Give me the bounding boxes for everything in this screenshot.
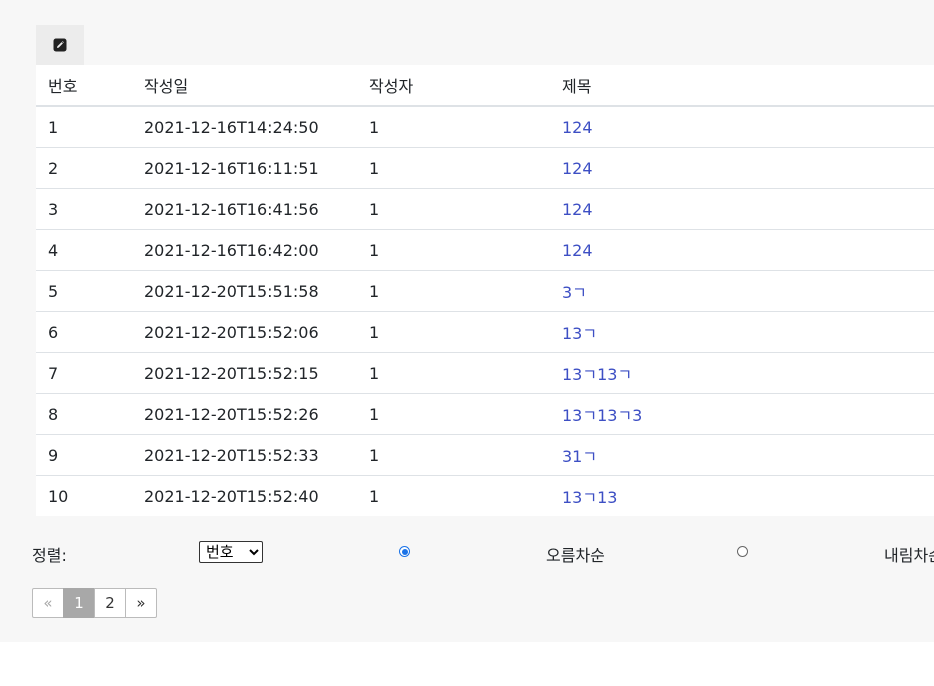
board-panel: 번호 작성일 작성자 제목 1 2021-12-16T14:24:50 1 12… — [0, 0, 934, 642]
cell-author: 1 — [357, 352, 550, 394]
cell-author: 1 — [357, 229, 550, 271]
post-title-link[interactable]: 13ㄱ13 — [562, 488, 617, 507]
sort-asc-radio[interactable] — [399, 546, 410, 557]
post-title-link[interactable]: 124 — [562, 200, 593, 219]
cell-author: 1 — [357, 434, 550, 476]
cell-author: 1 — [357, 188, 550, 230]
cell-no: 2 — [36, 147, 132, 189]
pagination: « 1 2 » — [32, 588, 157, 618]
table-row: 8 2021-12-20T15:52:26 1 13ㄱ13ㄱ3 — [36, 393, 934, 435]
cell-date: 2021-12-16T16:42:00 — [132, 229, 357, 271]
post-title-link[interactable]: 31ㄱ — [562, 447, 597, 466]
cell-no: 1 — [36, 106, 132, 148]
edit-pencil-icon — [53, 38, 67, 52]
cell-date: 2021-12-16T16:41:56 — [132, 188, 357, 230]
header-date[interactable]: 작성일 — [132, 65, 357, 107]
post-title-link[interactable]: 13ㄱ13ㄱ3 — [562, 406, 642, 425]
cell-author: 1 — [357, 106, 550, 148]
cell-date: 2021-12-20T15:52:33 — [132, 434, 357, 476]
table-row: 4 2021-12-16T16:42:00 1 124 — [36, 229, 934, 271]
post-table: 번호 작성일 작성자 제목 1 2021-12-16T14:24:50 1 12… — [36, 65, 934, 516]
cell-no: 7 — [36, 352, 132, 394]
header-author[interactable]: 작성자 — [357, 65, 550, 107]
post-title-link[interactable]: 124 — [562, 159, 593, 178]
post-title-link[interactable]: 13ㄱ13ㄱ — [562, 365, 632, 384]
table-row: 5 2021-12-20T15:51:58 1 3ㄱ — [36, 270, 934, 312]
sort-desc-radio[interactable] — [737, 546, 748, 557]
cell-author: 1 — [357, 311, 550, 353]
table-row: 6 2021-12-20T15:52:06 1 13ㄱ — [36, 311, 934, 353]
write-post-button[interactable] — [36, 25, 84, 65]
cell-no: 6 — [36, 311, 132, 353]
cell-no: 3 — [36, 188, 132, 230]
cell-date: 2021-12-20T15:52:40 — [144, 486, 319, 506]
cell-no: 4 — [36, 229, 132, 271]
cell-date: 2021-12-20T15:51:58 — [132, 270, 357, 312]
cell-no: 10 — [48, 486, 69, 506]
pagination-prev[interactable]: « — [32, 588, 64, 618]
sort-controls: 정렬: 번호 오름차순 내림차순 — [0, 539, 934, 565]
cell-date: 2021-12-20T15:52:06 — [132, 311, 357, 353]
pagination-page-2[interactable]: 2 — [94, 588, 126, 618]
table-row: 10 2021-12-20T15:52:40 1 13ㄱ13 — [36, 476, 934, 517]
post-title-link[interactable]: 124 — [562, 241, 593, 260]
sort-label: 정렬: — [32, 546, 67, 565]
header-no[interactable]: 번호 — [36, 65, 132, 107]
sort-asc-label: 오름차순 — [546, 546, 605, 565]
table-row: 3 2021-12-16T16:41:56 1 124 — [36, 188, 934, 230]
post-title-link[interactable]: 3ㄱ — [562, 283, 587, 302]
table-row: 7 2021-12-20T15:52:15 1 13ㄱ13ㄱ — [36, 352, 934, 394]
cell-date: 2021-12-16T14:24:50 — [132, 106, 357, 148]
sort-desc-label: 내림차순 — [884, 546, 934, 565]
sort-field-select[interactable]: 번호 — [199, 541, 263, 563]
pagination-page-1[interactable]: 1 — [63, 588, 95, 618]
table-row: 1 2021-12-16T14:24:50 1 124 — [36, 106, 934, 148]
pagination-next[interactable]: » — [125, 588, 157, 618]
table-row: 2 2021-12-16T16:11:51 1 124 — [36, 147, 934, 189]
cell-date: 2021-12-20T15:52:15 — [132, 352, 357, 394]
cell-author: 1 — [369, 486, 380, 506]
cell-date: 2021-12-16T16:11:51 — [132, 147, 357, 189]
cell-no: 5 — [36, 270, 132, 312]
header-title[interactable]: 제목 — [550, 65, 934, 107]
table-header-row: 번호 작성일 작성자 제목 — [36, 65, 934, 107]
cell-author: 1 — [357, 270, 550, 312]
cell-no: 8 — [36, 393, 132, 435]
post-title-link[interactable]: 13ㄱ — [562, 324, 597, 343]
post-title-link[interactable]: 124 — [562, 118, 593, 137]
cell-no: 9 — [36, 434, 132, 476]
cell-date: 2021-12-20T15:52:26 — [132, 393, 357, 435]
cell-author: 1 — [357, 393, 550, 435]
table-row: 9 2021-12-20T15:52:33 1 31ㄱ — [36, 434, 934, 476]
cell-author: 1 — [357, 147, 550, 189]
